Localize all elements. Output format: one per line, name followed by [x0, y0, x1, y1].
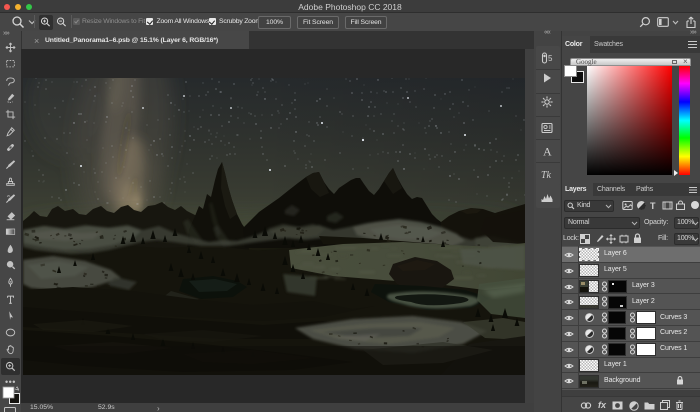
svg-text:A: A — [543, 145, 552, 159]
svg-text:5: 5 — [548, 54, 553, 63]
svg-text:Tk: Tk — [541, 170, 552, 181]
